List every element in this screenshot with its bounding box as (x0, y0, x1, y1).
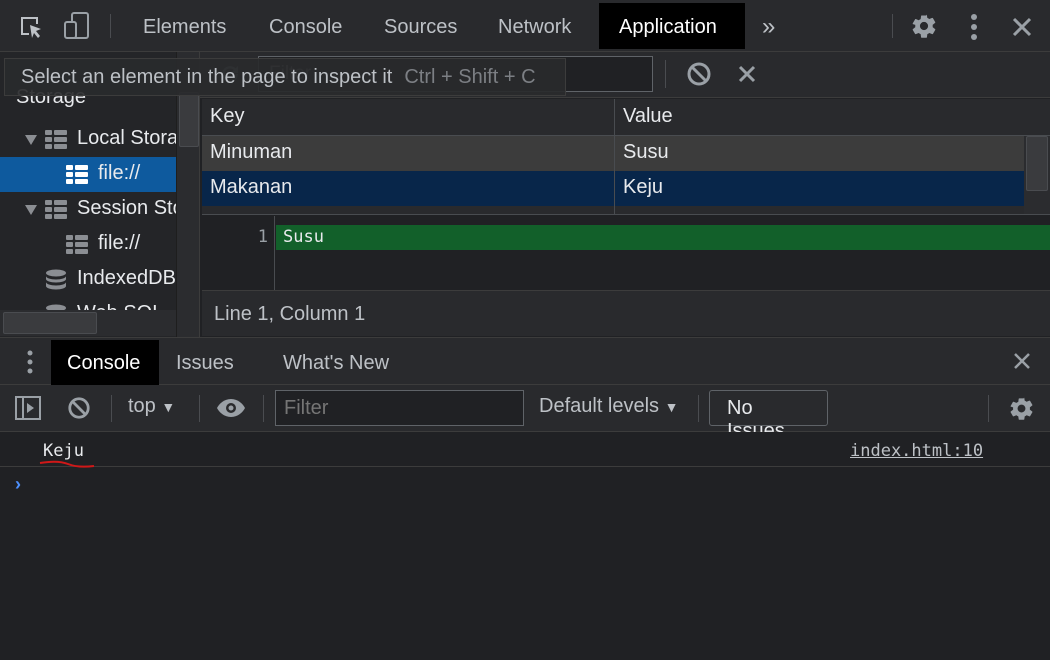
toolbar-divider (263, 395, 264, 422)
settings-icon[interactable] (910, 12, 938, 45)
storage-grid-icon (66, 165, 88, 184)
issues-counter-button[interactable]: No Issues (709, 390, 828, 442)
scrollbar-thumb[interactable] (3, 312, 97, 334)
drawer-tab-console[interactable]: Console (51, 340, 159, 385)
sidebar-item-local-storage[interactable]: Local Storage (0, 122, 176, 157)
dropdown-arrow-icon: ▼ (161, 399, 176, 415)
inspect-element-icon[interactable] (18, 14, 44, 45)
table-row[interactable]: Minuman Susu (202, 136, 1024, 171)
toolbar-divider (199, 395, 200, 422)
close-devtools-icon[interactable] (1011, 16, 1033, 43)
cell-key[interactable]: Minuman (202, 136, 614, 171)
cell-value[interactable]: Keju (615, 171, 1024, 206)
console-prompt-icon[interactable]: › (15, 474, 21, 495)
clear-console-icon[interactable] (67, 396, 91, 425)
cell-key[interactable]: Makanan (202, 171, 614, 206)
tab-application[interactable]: Application (599, 3, 745, 49)
toolbar-divider (988, 395, 989, 422)
storage-grid-icon (66, 235, 88, 254)
close-drawer-icon[interactable] (1012, 351, 1032, 376)
live-expression-eye-icon[interactable] (217, 399, 245, 422)
sidebar-item-label: IndexedDB (77, 267, 176, 289)
sidebar-item-label: Session Storage (77, 197, 176, 219)
tab-elements[interactable]: Elements (123, 3, 246, 49)
table-row-selected[interactable]: Makanan Keju (202, 171, 1024, 206)
tooltip-text: Select an element in the page to inspect… (21, 66, 393, 88)
column-header-value[interactable]: Value (615, 99, 1050, 136)
sidebar-item-label: file:// (98, 162, 141, 184)
toolbar-divider (665, 60, 666, 88)
value-preview: 1 Susu (202, 216, 1050, 290)
line-number-gutter: 1 (202, 216, 275, 290)
dropdown-arrow-icon: ▼ (664, 399, 679, 415)
sidebar-item-session-storage-file[interactable]: file:// (0, 227, 176, 262)
context-selector[interactable]: top ▼ (128, 395, 175, 418)
clear-all-icon[interactable] (686, 61, 712, 92)
sidebar-item-local-storage-file[interactable]: file:// (0, 157, 176, 192)
context-label: top (128, 395, 156, 417)
table-vertical-scrollbar[interactable] (1024, 136, 1050, 214)
sidebar-item-label: file:// (98, 232, 141, 254)
drawer-tab-issues[interactable]: Issues (160, 340, 250, 385)
annotation-underline (39, 460, 95, 468)
drawer-menu-icon[interactable] (24, 350, 36, 379)
console-filter-input[interactable] (275, 390, 524, 426)
delete-selected-icon[interactable] (737, 64, 757, 89)
preview-status: Line 1, Column 1 (202, 290, 1050, 336)
tooltip-shortcut: Ctrl + Shift + C (404, 66, 536, 88)
toolbar-divider (698, 395, 699, 422)
scrollbar-thumb[interactable] (1026, 136, 1048, 191)
log-levels-dropdown[interactable]: Default levels ▼ (539, 395, 678, 418)
tab-console[interactable]: Console (249, 3, 362, 49)
more-tabs-button[interactable]: » (742, 3, 795, 49)
device-toolbar-icon[interactable] (63, 12, 91, 45)
storage-grid-icon (45, 200, 67, 219)
sidebar-item-label: Local Storage (77, 127, 176, 149)
column-header-key[interactable]: Key (202, 99, 614, 136)
toolbar-divider (111, 395, 112, 422)
tab-network[interactable]: Network (478, 3, 591, 49)
console-source-link[interactable]: index.html:10 (850, 441, 983, 461)
devtools-main-tabbar: Elements Console Sources Network Applica… (0, 0, 1050, 52)
scrollbar-thumb[interactable] (179, 92, 199, 147)
console-message: Keju index.html:10 (0, 432, 1050, 468)
database-icon (46, 269, 66, 290)
log-levels-label: Default levels (539, 395, 660, 417)
sidebar-horizontal-scrollbar[interactable] (0, 310, 176, 336)
show-sidebar-icon[interactable] (15, 396, 41, 425)
sidebar-item-indexeddb[interactable]: IndexedDB (0, 262, 176, 297)
console-output: Keju index.html:10 › (0, 432, 1050, 660)
sidebar-item-session-storage[interactable]: Session Storage (0, 192, 176, 227)
cell-value[interactable]: Susu (615, 136, 1024, 171)
more-vertical-icon[interactable] (963, 13, 985, 46)
toolbar-divider (892, 14, 893, 38)
storage-grid-icon (45, 130, 67, 149)
preview-line: Susu (276, 225, 1050, 250)
toolbar-divider (110, 14, 111, 38)
storage-table: Key Value Minuman Susu Makanan Keju (202, 99, 1050, 215)
expand-triangle-icon[interactable] (25, 135, 37, 145)
console-settings-icon[interactable] (1008, 395, 1035, 427)
column-divider[interactable] (614, 99, 615, 214)
tab-sources[interactable]: Sources (364, 3, 477, 49)
console-toolbar: top ▼ Default levels ▼ No Issues (0, 385, 1050, 442)
drawer-tabbar: Console Issues What's New (0, 337, 1050, 385)
expand-triangle-icon[interactable] (25, 205, 37, 215)
drawer-tab-whats-new[interactable]: What's New (267, 340, 405, 385)
inspect-tooltip: Select an element in the page to inspect… (4, 58, 566, 96)
console-message-text: Keju (43, 441, 84, 461)
